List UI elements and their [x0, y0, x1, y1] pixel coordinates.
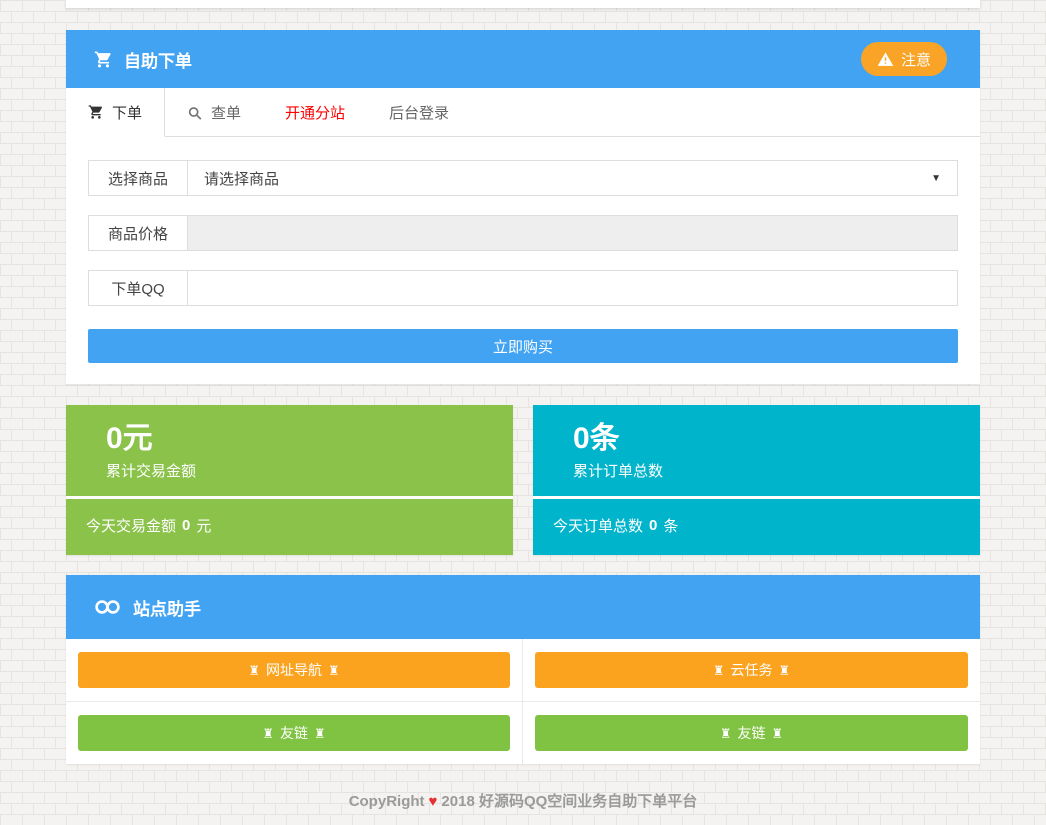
- tab-label: 查单: [211, 102, 241, 123]
- order-panel: 自助下单 注意 下单 查单 开通分站 后台登录: [66, 30, 980, 384]
- today-value: 0: [649, 517, 657, 534]
- site-helper-title: 站点助手: [133, 595, 201, 620]
- helper-button-label: 友链: [738, 723, 766, 743]
- helper-button-label: 友链: [280, 723, 308, 743]
- trade-amount-today: 今天交易金额 0元: [66, 496, 513, 552]
- friend-link-button[interactable]: ♜ 友链 ♜: [78, 715, 510, 751]
- trade-amount-main: 0元 累计交易金额: [66, 405, 513, 496]
- chain-link-icon: [94, 599, 121, 615]
- caret-down-icon: ▼: [931, 173, 941, 184]
- price-input: [188, 215, 958, 251]
- castle-icon: ♜: [779, 664, 791, 677]
- warning-icon: [877, 51, 894, 68]
- castle-icon: ♜: [314, 727, 326, 740]
- helper-cell: ♜ 友链 ♜: [66, 702, 523, 764]
- cart-icon: [94, 50, 113, 69]
- today-prefix: 今天订单总数: [553, 515, 643, 536]
- today-prefix: 今天交易金额: [86, 515, 176, 536]
- order-count-today: 今天订单总数 0条: [533, 496, 980, 552]
- cart-icon: [88, 104, 104, 120]
- site-helper-panel: 站点助手 ♜ 网址导航 ♜ ♜ 云任务 ♜ ♜ 友链: [66, 575, 980, 764]
- order-count-label: 累计订单总数: [573, 460, 980, 481]
- site-helper-header: 站点助手: [66, 575, 980, 639]
- castle-icon: ♜: [328, 664, 340, 677]
- notice-button[interactable]: 注意: [861, 42, 947, 76]
- friend-link-button[interactable]: ♜ 友链 ♜: [535, 715, 968, 751]
- today-suffix: 元: [196, 515, 211, 536]
- tab-check-order[interactable]: 查单: [165, 88, 263, 137]
- stats-row: 0元 累计交易金额 今天交易金额0元 0条 累计订单总数 今天订单总数0条: [66, 405, 980, 555]
- castle-icon: ♜: [720, 727, 732, 740]
- helper-button-label: 云任务: [731, 660, 773, 680]
- buy-now-button[interactable]: 立即购买: [88, 329, 958, 363]
- price-row: 商品价格: [88, 215, 958, 251]
- previous-card-bottom-edge: [66, 0, 980, 8]
- price-label: 商品价格: [88, 215, 188, 251]
- notice-button-label: 注意: [901, 49, 931, 70]
- trade-amount-label: 累计交易金额: [106, 460, 513, 481]
- copyright-right: 2018 好源码QQ空间业务自助下单平台: [441, 793, 697, 810]
- copyright-left: CopyRight: [349, 793, 425, 810]
- order-panel-header: 自助下单 注意: [66, 30, 980, 88]
- copyright-footer: CopyRight♥2018 好源码QQ空间业务自助下单平台: [66, 790, 980, 825]
- castle-icon: ♜: [248, 664, 260, 677]
- trade-amount-card: 0元 累计交易金额 今天交易金额 0元: [66, 405, 513, 555]
- panel-title: 自助下单: [124, 47, 192, 72]
- tab-open-branch-site[interactable]: 开通分站: [263, 88, 367, 137]
- order-panel-title-group: 自助下单: [94, 47, 192, 72]
- tab-place-order[interactable]: 下单: [66, 88, 165, 137]
- product-select-value: 请选择商品: [204, 168, 279, 189]
- search-icon: [187, 105, 203, 121]
- product-select[interactable]: 请选择商品 ▼: [188, 160, 958, 196]
- tab-label: 下单: [112, 102, 142, 123]
- cloud-task-button[interactable]: ♜ 云任务 ♜: [535, 652, 968, 688]
- castle-icon: ♜: [262, 727, 274, 740]
- castle-icon: ♜: [713, 664, 725, 677]
- tab-admin-login[interactable]: 后台登录: [367, 88, 471, 137]
- qq-input[interactable]: [188, 270, 958, 306]
- order-tabs: 下单 查单 开通分站 后台登录: [66, 88, 980, 137]
- today-suffix: 条: [663, 515, 678, 536]
- qq-row: 下单QQ: [88, 270, 958, 306]
- page-container: 自助下单 注意 下单 查单 开通分站 后台登录: [66, 0, 980, 825]
- helper-cell: ♜ 友链 ♜: [523, 702, 980, 764]
- order-count-value: 0条: [573, 422, 980, 457]
- product-row: 选择商品 请选择商品 ▼: [88, 160, 958, 196]
- tab-label: 后台登录: [389, 102, 449, 123]
- castle-icon: ♜: [772, 727, 784, 740]
- tab-label: 开通分站: [285, 102, 345, 123]
- helper-cell: ♜ 网址导航 ♜: [66, 639, 523, 702]
- helper-button-label: 网址导航: [266, 660, 322, 680]
- heart-icon: ♥: [429, 793, 438, 810]
- order-form: 选择商品 请选择商品 ▼ 商品价格 下单QQ 立即购买: [66, 137, 980, 384]
- today-value: 0: [182, 517, 190, 534]
- order-count-card: 0条 累计订单总数 今天订单总数 0条: [533, 405, 980, 555]
- helper-cell: ♜ 云任务 ♜: [523, 639, 980, 702]
- trade-amount-value: 0元: [106, 422, 513, 457]
- qq-label: 下单QQ: [88, 270, 188, 306]
- order-count-main: 0条 累计订单总数: [533, 405, 980, 496]
- product-label: 选择商品: [88, 160, 188, 196]
- site-navigation-button[interactable]: ♜ 网址导航 ♜: [78, 652, 510, 688]
- site-helper-grid: ♜ 网址导航 ♜ ♜ 云任务 ♜ ♜ 友链 ♜: [66, 639, 980, 764]
